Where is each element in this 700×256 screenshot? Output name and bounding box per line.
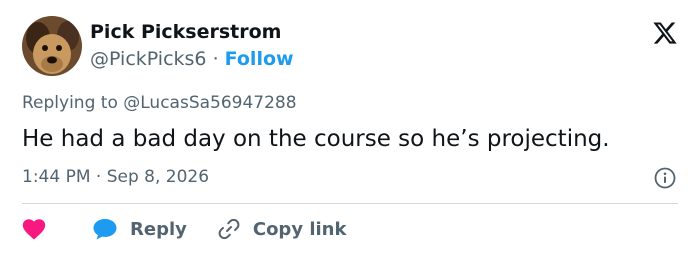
like-button[interactable] — [22, 218, 92, 240]
x-logo-icon[interactable] — [652, 20, 678, 46]
action-bar: Reply Copy link — [22, 214, 346, 244]
link-icon — [218, 218, 240, 240]
replying-to-handle[interactable]: @LucasSa56947288 — [123, 93, 296, 113]
replying-to-prefix: Replying to — [22, 93, 124, 113]
reply-button[interactable]: Reply — [92, 217, 187, 241]
copy-link-button[interactable]: Copy link — [187, 217, 347, 241]
speech-bubble-icon — [93, 219, 117, 240]
handle-line: @PickPicks6 · Follow — [90, 48, 294, 70]
display-name[interactable]: Pick Pickserstrom — [90, 21, 281, 43]
info-icon[interactable] — [654, 167, 676, 189]
heart-icon — [22, 219, 46, 240]
divider — [22, 203, 678, 204]
reply-label: Reply — [130, 218, 187, 240]
separator-dot: · — [212, 48, 219, 70]
copy-link-label: Copy link — [252, 218, 347, 240]
timestamp[interactable]: 1:44 PM · Sep 8, 2026 — [22, 167, 209, 187]
tweet-text: He had a bad day on the course so he’s p… — [22, 126, 610, 152]
replying-to: Replying to @LucasSa56947288 — [22, 93, 297, 113]
follow-button[interactable]: Follow — [225, 48, 294, 70]
user-handle[interactable]: @PickPicks6 — [90, 48, 207, 70]
avatar[interactable] — [22, 16, 82, 76]
